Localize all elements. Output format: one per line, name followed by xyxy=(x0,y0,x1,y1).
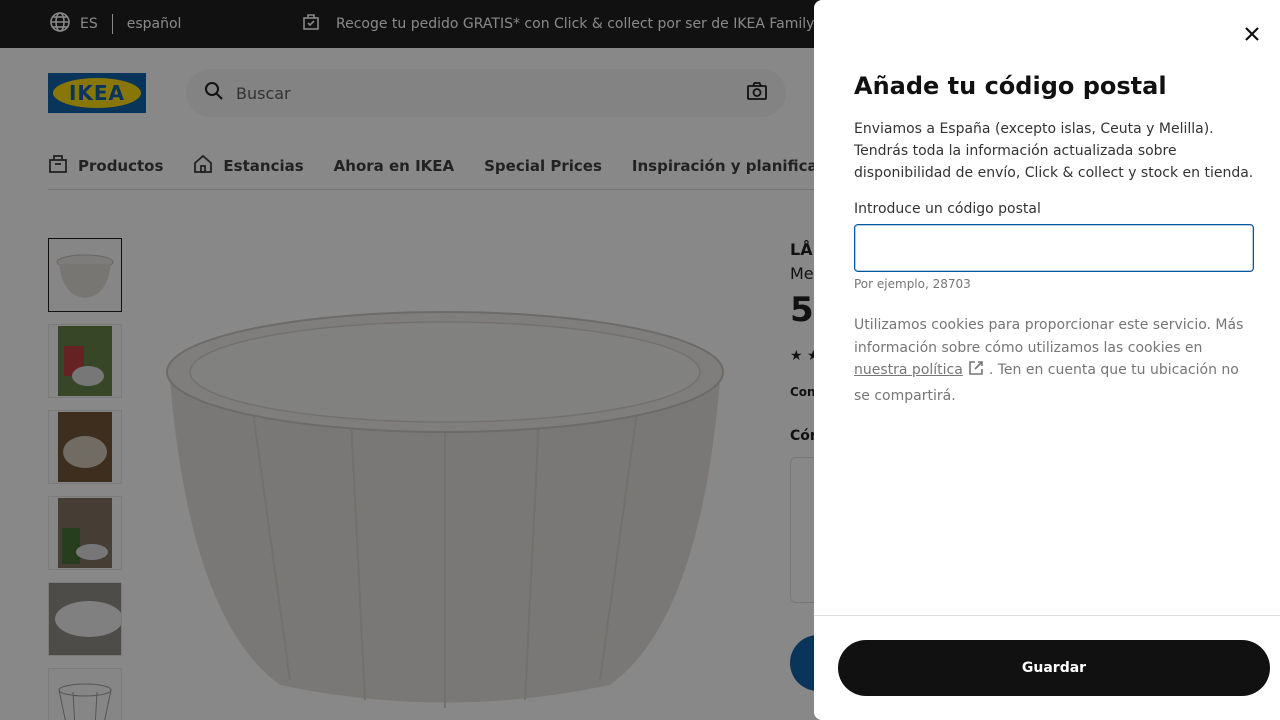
close-button[interactable] xyxy=(1238,22,1266,50)
external-link-icon xyxy=(967,359,985,385)
postal-code-hint: Por ejemplo, 28703 xyxy=(854,277,971,291)
save-button[interactable]: Guardar xyxy=(838,640,1270,696)
cookie-notice: Utilizamos cookies para proporcionar est… xyxy=(854,314,1259,407)
postal-code-input[interactable] xyxy=(854,224,1254,272)
policy-link[interactable]: nuestra política xyxy=(854,362,963,378)
cookie-text-1: Utilizamos cookies para proporcionar est… xyxy=(854,317,1244,356)
modal-title: Añade tu código postal xyxy=(854,72,1167,100)
modal-description: Enviamos a España (excepto islas, Ceuta … xyxy=(854,121,1254,181)
close-icon xyxy=(1244,26,1260,46)
postal-code-modal: Añade tu código postal Enviamos a España… xyxy=(814,0,1280,720)
postal-code-label: Introduce un código postal xyxy=(854,201,1041,217)
modal-footer-divider xyxy=(814,615,1280,616)
